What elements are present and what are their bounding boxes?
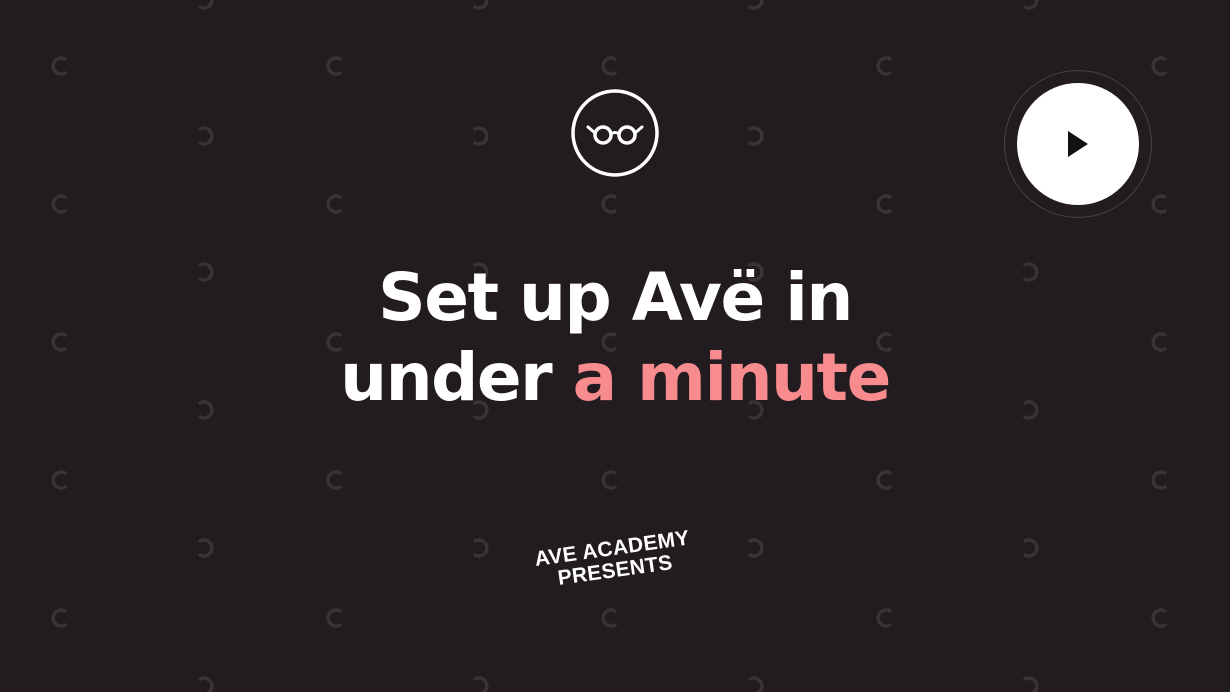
headline-line-2-accent: a minute (572, 339, 892, 416)
pattern-arc (876, 608, 892, 628)
pattern-arc (198, 538, 214, 558)
pattern-arc (1023, 676, 1039, 692)
pattern-arc (1023, 538, 1039, 558)
pattern-arc (198, 676, 214, 692)
pattern-arc (473, 126, 489, 146)
pattern-arc (1151, 56, 1167, 76)
pattern-arc (51, 608, 67, 628)
pattern-arc (748, 538, 764, 558)
pattern-arc (473, 676, 489, 692)
pattern-arc (326, 608, 342, 628)
pattern-arc (198, 0, 214, 10)
pattern-arc (601, 56, 617, 76)
pattern-arc (748, 126, 764, 146)
play-button-circle[interactable] (1017, 83, 1139, 205)
headline-line-2-plain: under (340, 339, 553, 416)
glasses-icon (571, 89, 659, 177)
pattern-arc (1151, 608, 1167, 628)
pattern-arc (748, 676, 764, 692)
headline-line-1: Set up Avë in (378, 259, 853, 336)
pattern-arc (601, 470, 617, 490)
pattern-arc (473, 538, 489, 558)
pattern-arc (473, 0, 489, 10)
pattern-arc (326, 56, 342, 76)
pattern-arc (326, 194, 342, 214)
headline-line-2: under a minute (0, 338, 1230, 418)
pattern-arc (326, 470, 342, 490)
pattern-arc (51, 470, 67, 490)
pattern-arc (748, 0, 764, 10)
play-button[interactable] (1004, 70, 1152, 218)
pattern-arc (876, 470, 892, 490)
pattern-arc (601, 608, 617, 628)
pattern-arc (198, 126, 214, 146)
pattern-arc (51, 56, 67, 76)
pattern-arc (876, 194, 892, 214)
play-icon[interactable] (1064, 129, 1092, 159)
video-player[interactable]: Set up Avë in under a minute AVE ACADEMY… (0, 0, 1230, 692)
video-headline: Set up Avë in under a minute (0, 258, 1230, 418)
pattern-arc (1023, 0, 1039, 10)
pattern-arc (876, 56, 892, 76)
pattern-arc (51, 194, 67, 214)
pattern-arc (1151, 194, 1167, 214)
pattern-arc (601, 194, 617, 214)
pattern-arc (1151, 470, 1167, 490)
